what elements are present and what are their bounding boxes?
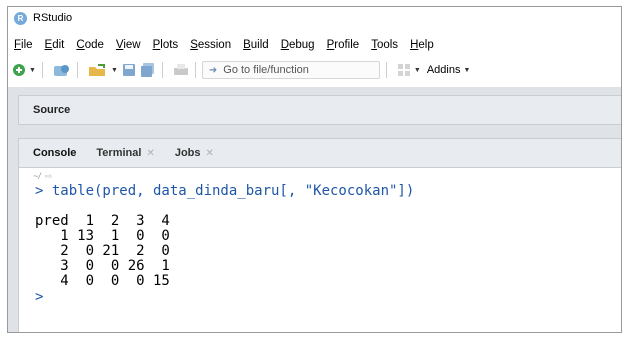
chevron-down-icon: ▼ xyxy=(29,66,36,74)
tab-label: Terminal xyxy=(96,147,142,159)
menu-mnemonic: S xyxy=(190,38,198,51)
tab-label: Console xyxy=(33,147,77,159)
toolbar-divider xyxy=(385,62,387,78)
menu-plots[interactable]: Plots xyxy=(153,39,179,51)
toolbar-divider xyxy=(194,62,196,78)
tab-jobs[interactable]: Jobs ✕ xyxy=(165,147,224,167)
save-button[interactable] xyxy=(122,61,136,79)
working-directory: ~/ ⇨ xyxy=(19,168,621,184)
tab-console[interactable]: Console xyxy=(23,147,86,167)
console-tabs: Console Terminal ✕ Jobs ✕ xyxy=(19,139,621,168)
menu-label-rest: elp xyxy=(418,38,434,51)
menu-label-rest: iew xyxy=(123,38,141,51)
window-title: RStudio xyxy=(33,12,73,24)
addins-label: Addins xyxy=(426,64,461,76)
new-file-button[interactable]: ▼ xyxy=(12,61,36,79)
go-to-placeholder: Go to file/function xyxy=(223,64,309,76)
tab-terminal[interactable]: Terminal ✕ xyxy=(86,147,164,167)
console-output-line: pred 1 2 3 4 xyxy=(35,213,170,229)
rstudio-window: R RStudio File Edit Code View Plots Session Bu… xyxy=(7,6,622,333)
console-pane: Console Terminal ✕ Jobs ✕ ~/ ⇨ > table(pred,… xyxy=(18,138,621,332)
chevron-down-icon: ▼ xyxy=(110,66,118,74)
open-file-button[interactable]: ▼ xyxy=(88,61,118,79)
console-output-line: 4 0 0 0 15 xyxy=(35,273,170,289)
menu-session[interactable]: Session xyxy=(190,39,231,51)
title-bar: R RStudio xyxy=(8,7,621,29)
menu-label-rest: lots xyxy=(160,38,179,51)
print-icon xyxy=(173,64,188,75)
menu-edit[interactable]: Edit xyxy=(45,39,65,51)
toolbar-divider xyxy=(76,62,78,78)
addins-menu-button[interactable]: Addins ▼ xyxy=(427,64,471,76)
console-output-line: 1 13 1 0 0 xyxy=(35,228,170,244)
console-command: > table(pred, data_dinda_baru[, "Kecocok… xyxy=(35,183,415,199)
pane-layout-button[interactable]: ▼ xyxy=(397,61,421,79)
go-to-file-input[interactable]: ➜ Go to file/function xyxy=(201,61,380,79)
menu-label-rest: dit xyxy=(52,38,65,51)
toolbar-divider xyxy=(41,62,43,78)
menu-build[interactable]: Build xyxy=(243,39,269,51)
menu-view[interactable]: View xyxy=(116,39,141,51)
chevron-down-icon: ▼ xyxy=(413,66,421,74)
menu-tools[interactable]: Tools xyxy=(371,39,398,51)
tab-label: Jobs xyxy=(174,147,201,159)
project-icon xyxy=(53,65,69,76)
console-output[interactable]: > table(pred, data_dinda_baru[, "Kecocok… xyxy=(19,183,621,305)
menu-code[interactable]: Code xyxy=(76,39,104,51)
menu-label-rest: ode xyxy=(84,38,104,51)
close-icon[interactable]: ✕ xyxy=(146,148,154,159)
menu-file[interactable]: File xyxy=(14,39,33,51)
close-icon[interactable]: ✕ xyxy=(206,148,214,159)
save-icon xyxy=(122,64,135,76)
toolbar-divider xyxy=(161,62,163,78)
source-pane-title: Source xyxy=(33,104,71,116)
menu-mnemonic: D xyxy=(280,38,289,51)
menu-label-rest: ile xyxy=(21,38,33,51)
chevron-down-icon: ▼ xyxy=(463,66,471,74)
menu-label-rest: uild xyxy=(250,38,269,51)
print-button[interactable] xyxy=(173,61,189,79)
rstudio-logo-icon: R xyxy=(14,11,27,25)
console-output-line: 2 0 21 2 0 xyxy=(35,243,170,259)
console-prompt[interactable]: > xyxy=(35,290,621,305)
source-pane-header[interactable]: Source xyxy=(18,95,621,125)
working-directory-path: ~/ xyxy=(33,171,41,181)
menu-profile[interactable]: Profile xyxy=(327,39,360,51)
go-to-arrow-icon: ➜ xyxy=(208,64,218,76)
menu-mnemonic: B xyxy=(243,38,251,51)
console-table-output: pred 1 2 3 4 1 13 1 0 0 2 0 21 2 0 3 0 0… xyxy=(35,213,621,289)
menu-label-rest: rofile xyxy=(334,38,360,51)
grid-icon xyxy=(397,64,410,76)
menu-mnemonic: F xyxy=(14,38,22,51)
new-project-button[interactable] xyxy=(53,61,71,79)
menu-help[interactable]: Help xyxy=(410,39,434,51)
menu-label-rest: ools xyxy=(376,38,399,51)
main-toolbar: ▼ ▼ ➜ Go to file/function ▼ Addins ▼ xyxy=(8,59,621,81)
menu-label-rest: ebug xyxy=(289,38,315,51)
save-all-icon xyxy=(140,63,154,77)
go-to-directory-icon[interactable]: ⇨ xyxy=(45,171,53,182)
open-folder-icon xyxy=(88,64,105,76)
console-output-line: 3 0 0 26 1 xyxy=(35,258,170,274)
menu-label-rest: ession xyxy=(197,38,232,51)
menu-mnemonic: C xyxy=(76,38,85,51)
menu-debug[interactable]: Debug xyxy=(281,39,315,51)
save-all-button[interactable] xyxy=(140,61,156,79)
menu-bar: File Edit Code View Plots Session Build Debug Pr… xyxy=(8,36,440,53)
new-file-icon xyxy=(13,64,25,76)
